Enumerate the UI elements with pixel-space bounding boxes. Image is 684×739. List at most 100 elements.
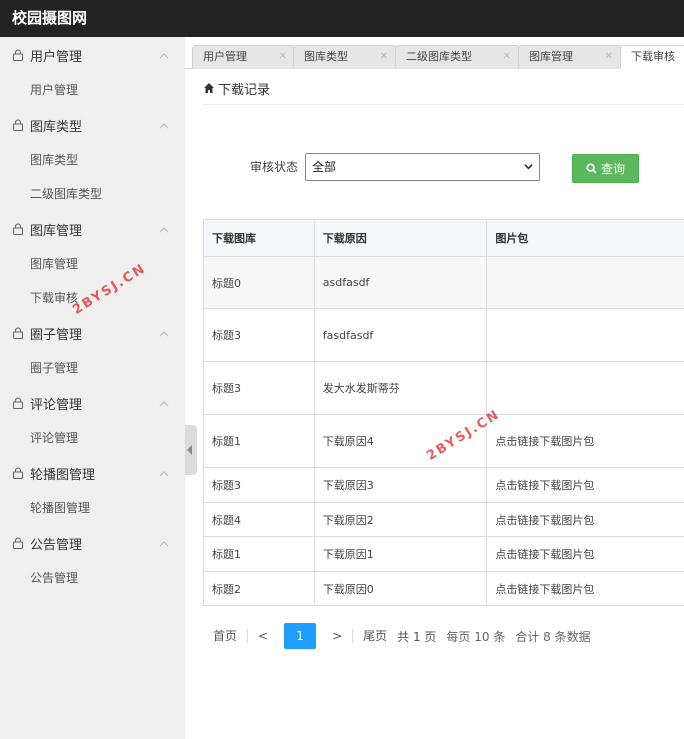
table-cell: 标题0 [204,257,315,308]
table-row: 标题3 发大水发斯蒂芬 [204,362,684,415]
next-page-button[interactable]: > [322,623,352,649]
tab-label: 用户管理 [203,50,247,63]
query-button-label: 查询 [600,162,625,176]
column-header: 下载原因 [315,220,488,256]
close-icon[interactable]: ✕ [605,46,613,68]
download-link[interactable]: 点击链接下载图片包 [487,415,684,467]
pagination: 首页 < 1 > 尾页 共 1 页 每页 10 条 合计 8 条数据 [203,623,591,649]
current-page-button[interactable]: 1 [284,623,317,649]
table-cell: 下载原因3 [315,468,488,502]
lock-icon [12,49,24,62]
chevron-up-icon [159,224,169,234]
sidebar-group: 图库类型 图库类型 二级图库类型 [0,107,185,211]
sidebar-group-header[interactable]: 轮播图管理 [0,455,185,491]
table-row: 标题3 下载原因3 点击链接下载图片包 [204,468,684,503]
table-cell: 标题4 [204,503,315,536]
search-icon [586,163,597,174]
chevron-up-icon [159,468,169,478]
table-row: 标题2 下载原因0 点击链接下载图片包 [204,572,684,606]
sidebar-group-header[interactable]: 图库管理 [0,211,185,247]
sidebar-group-label: 图库管理 [30,223,83,239]
chevron-up-icon [159,538,169,548]
table-cell: 标题3 [204,362,315,414]
table-cell: 标题2 [204,572,315,605]
lock-icon [12,537,24,550]
tab[interactable]: 下载审核 [620,45,684,69]
first-page-button[interactable]: 首页 [203,623,247,649]
tab-label: 图库管理 [529,50,573,63]
chevron-up-icon [159,398,169,408]
download-link[interactable]: 点击链接下载图片包 [487,537,684,571]
table-row: 标题0 asdfasdf [204,257,684,309]
last-page-button[interactable]: 尾页 [353,623,397,649]
close-icon[interactable]: ✕ [503,46,511,68]
tab[interactable]: 图库管理 ✕ [518,45,622,69]
column-header: 下载图库 [204,220,315,256]
table-row: 标题1 下载原因1 点击链接下载图片包 [204,537,684,572]
sidebar-group-header[interactable]: 用户管理 [0,37,185,73]
sidebar-item[interactable]: 二级图库类型 [0,177,185,211]
sidebar-group-label: 圈子管理 [30,327,83,343]
query-button[interactable]: 查询 [572,154,639,183]
download-table: 下载图库 下载原因 图片包 标题0 asdfasdf 标题3 fasdfasdf 标题3 发大水… [203,219,684,606]
tab[interactable]: 二级图库类型 ✕ [395,45,520,69]
sidebar-item[interactable]: 轮播图管理 [0,491,185,525]
table-cell: fasdfasdf [315,309,488,361]
app-title: 校园摄图网 [0,0,684,37]
tab[interactable]: 图库类型 ✕ [293,45,397,69]
lock-icon [12,397,24,410]
table-cell: 标题3 [204,468,315,502]
tab-bar: 用户管理 ✕ 图库类型 ✕ 二级图库类型 ✕ 图库管理 ✕ 下载审核 [185,37,684,69]
total-pages: 共 1 页 [397,629,437,644]
sidebar-group-header[interactable]: 圈子管理 [0,315,185,351]
tab[interactable]: 用户管理 ✕ [192,45,296,69]
chevron-up-icon [159,120,169,130]
sidebar-group-header[interactable]: 评论管理 [0,385,185,421]
close-icon[interactable]: ✕ [380,46,388,68]
lock-icon [12,119,24,132]
chevron-down-icon [524,164,533,170]
tab-label: 图库类型 [304,50,348,63]
sidebar-group-label: 轮播图管理 [30,467,96,483]
sidebar-item[interactable]: 评论管理 [0,421,185,455]
table-cell: 标题1 [204,415,315,467]
home-icon [204,83,214,93]
sidebar-item[interactable]: 圈子管理 [0,351,185,385]
download-link [487,309,684,361]
sidebar-group-header[interactable]: 图库类型 [0,107,185,143]
prev-page-button[interactable]: < [248,623,278,649]
sidebar-collapse-handle[interactable] [185,425,197,475]
download-link[interactable]: 点击链接下载图片包 [487,468,684,502]
sidebar-group: 用户管理 用户管理 [0,37,185,107]
download-link[interactable]: 点击链接下载图片包 [487,503,684,536]
table-cell: 标题3 [204,309,315,361]
chevron-up-icon [159,328,169,338]
total-count: 合计 8 条数据 [515,629,591,644]
status-select-value: 全部 [312,160,337,174]
download-link [487,362,684,414]
sidebar-group-label: 公告管理 [30,537,83,553]
sidebar-item[interactable]: 用户管理 [0,73,185,107]
sidebar-group-label: 用户管理 [30,49,83,65]
table-row: 标题3 fasdfasdf [204,309,684,362]
table-cell: 发大水发斯蒂芬 [315,362,488,414]
download-link[interactable]: 点击链接下载图片包 [487,572,684,605]
breadcrumb: 下载记录 [203,78,270,98]
sidebar-group-header[interactable]: 公告管理 [0,525,185,561]
lock-icon [12,467,24,480]
sidebar-group: 评论管理 评论管理 [0,385,185,455]
close-icon[interactable]: ✕ [279,46,287,68]
sidebar-item[interactable]: 图库管理 [0,247,185,281]
chevron-up-icon [159,50,169,60]
chevron-left-icon [187,445,192,455]
table-cell: 下载原因0 [315,572,488,605]
column-header: 图片包 [495,232,529,245]
sidebar-item[interactable]: 图库类型 [0,143,185,177]
table-cell: 下载原因2 [315,503,488,536]
status-select[interactable]: 全部 [305,153,540,181]
per-page: 每页 10 条 [446,629,506,644]
table-cell: 下载原因1 [315,537,488,571]
filter-label: 审核状态 [250,160,299,174]
sidebar-item[interactable]: 公告管理 [0,561,185,595]
sidebar: 用户管理 用户管理 图库类型 图库类型 二级图库类型 图库管理 图库管理 下载审核 圈子管理 圈子… [0,37,185,739]
